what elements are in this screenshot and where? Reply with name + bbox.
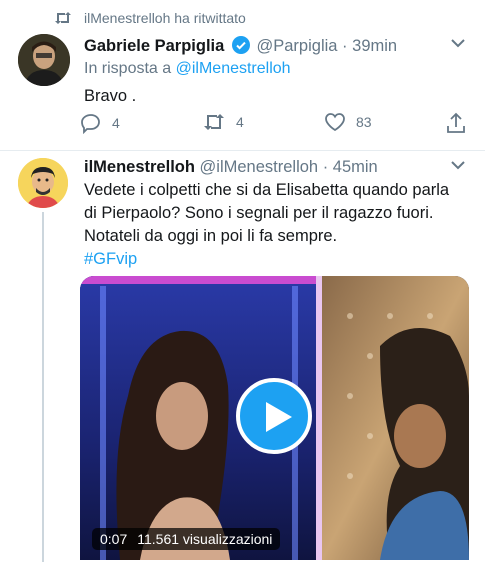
- avatar[interactable]: [18, 34, 70, 86]
- tweet-text-line: di Pierpaolo? Sono i segnali per il raga…: [84, 204, 434, 222]
- retweet-icon: [202, 112, 226, 132]
- handle[interactable]: @ilMenestrelloh: [200, 158, 319, 176]
- chevron-down-icon[interactable]: [451, 38, 465, 48]
- display-name[interactable]: ilMenestrelloh: [84, 158, 195, 176]
- reply-count: 4: [112, 115, 120, 131]
- tweet-text-line: Vedete i colpetti che si da Elisabetta q…: [84, 181, 450, 199]
- tweet-header: ilMenestrelloh @ilMenestrelloh · 45min: [84, 158, 378, 177]
- tweet-text: Bravo .: [84, 87, 137, 105]
- timestamp[interactable]: 45min: [333, 158, 378, 176]
- timestamp[interactable]: 39min: [352, 37, 397, 55]
- reply-icon: [80, 112, 102, 134]
- divider: [0, 150, 485, 151]
- retweet-icon: [54, 11, 72, 25]
- retweet-context-label[interactable]: ilMenestrelloh ha ritwittato: [84, 10, 246, 26]
- share-button[interactable]: [446, 112, 466, 134]
- display-name[interactable]: Gabriele Parpiglia: [84, 37, 224, 55]
- chevron-down-icon[interactable]: [451, 160, 465, 170]
- tweet-text: Vedete i colpetti che si da Elisabetta q…: [84, 179, 449, 271]
- reply-to: In risposta a @ilMenestrelloh: [84, 60, 291, 78]
- hashtag-link[interactable]: #GFvip: [84, 248, 449, 271]
- separator-dot: ·: [342, 37, 348, 55]
- play-icon: [264, 400, 294, 434]
- reply-button[interactable]: 4: [80, 112, 120, 134]
- tweet-header: Gabriele Parpiglia @Parpiglia · 39min: [84, 36, 397, 56]
- play-button[interactable]: [236, 378, 312, 454]
- thread-line: [42, 212, 44, 562]
- tweet-actions: 4 4 83: [80, 112, 470, 136]
- video-views: 11.561 visualizzazioni: [137, 531, 273, 547]
- like-button[interactable]: 83: [324, 112, 372, 132]
- verified-badge-icon: [231, 36, 250, 54]
- tweet-text-line: Notateli da oggi in poi li fa sempre.: [84, 227, 338, 245]
- reply-handle-link[interactable]: @ilMenestrelloh: [176, 60, 291, 77]
- video-player[interactable]: 0:07 11.561 visualizzazioni: [80, 276, 469, 560]
- video-elapsed: 0:07: [100, 531, 128, 547]
- video-info-bar: 0:07 11.561 visualizzazioni: [92, 528, 281, 550]
- reply-prefix: In risposta a: [84, 60, 176, 77]
- retweet-count: 4: [236, 114, 244, 130]
- separator-dot: ·: [322, 158, 329, 176]
- like-count: 83: [356, 114, 372, 130]
- heart-icon: [324, 112, 346, 132]
- handle[interactable]: @Parpiglia: [257, 37, 338, 55]
- share-icon: [446, 112, 466, 134]
- retweet-button[interactable]: 4: [202, 112, 244, 132]
- avatar[interactable]: [18, 158, 68, 208]
